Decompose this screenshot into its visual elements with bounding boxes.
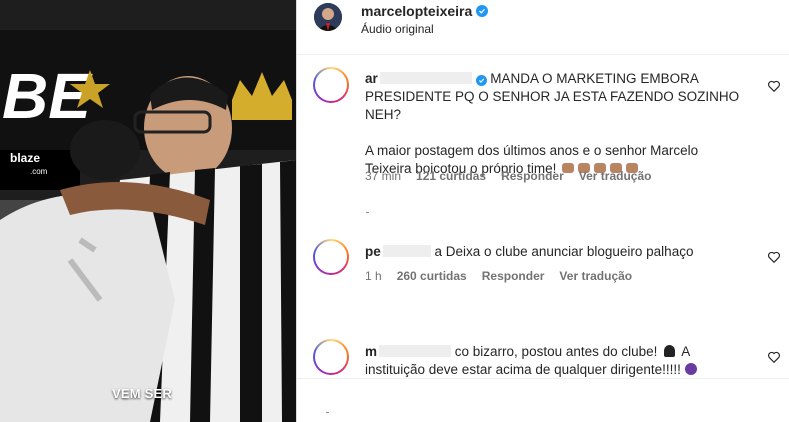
comment-time: 37 min (365, 169, 402, 183)
post-header: marcelopteixeira Áudio original (297, 0, 789, 55)
comment-text-line: A (681, 344, 691, 359)
redacted-username (382, 245, 431, 257)
redacted-username (379, 72, 472, 84)
comment-item: m co bizarro, postou antes do clube! A i… (297, 334, 789, 394)
separator-dot (326, 412, 329, 413)
sponsor-badge-sub: .com (30, 167, 48, 176)
commenter-avatar[interactable] (313, 67, 349, 103)
speaking-head-emoji-icon (684, 363, 697, 375)
comment-body: m co bizarro, postou antes do clube! A i… (365, 343, 760, 379)
verified-icon (475, 75, 487, 86)
comment-body: pe a Deixa o clube anunciar blogueiro pa… (365, 243, 760, 261)
commenter-avatar[interactable] (313, 239, 349, 275)
comment-text-line: co bizarro, postou antes do clube! (454, 344, 658, 359)
commenter-username[interactable]: m (365, 344, 377, 359)
comments-fade-divider (297, 378, 789, 379)
sponsor-badge: blaze (10, 151, 40, 165)
author-avatar[interactable] (314, 3, 342, 31)
comment-text-line: PRESIDENTE PQ O SENHOR JA ESTA FAZENDO S… (365, 89, 740, 122)
verified-icon (476, 5, 489, 17)
like-heart-icon[interactable] (767, 79, 781, 93)
commenter-username[interactable]: ar (365, 71, 378, 86)
separator-dot (366, 212, 369, 213)
author-username-text[interactable]: marcelopteixeira (361, 3, 472, 19)
original-audio-link[interactable]: Áudio original (361, 22, 434, 36)
reel-frame-image: BE blaze .com (0, 0, 296, 422)
video-caption: VEM SER (112, 386, 172, 401)
comment-meta: 37 min 121 curtidas Responder Ver traduç… (365, 169, 651, 183)
commenter-avatar[interactable] (313, 339, 349, 375)
reel-video[interactable]: BE blaze .com VEM SER (0, 0, 296, 422)
redacted-username (379, 345, 452, 357)
comment-body: ar MANDA O MARKETING EMBORA PRESIDENTE P… (365, 70, 760, 178)
comment-meta: 1 h 260 curtidas Responder Ver tradução (365, 269, 632, 283)
comment-likes[interactable]: 121 curtidas (416, 169, 486, 183)
comment-time: 1 h (365, 269, 382, 283)
comment-text-line: instituição deve estar acima de qualquer… (365, 362, 681, 377)
translate-button[interactable]: Ver tradução (559, 269, 632, 283)
reply-button[interactable]: Responder (501, 169, 564, 183)
comment-likes[interactable]: 260 curtidas (397, 269, 467, 283)
comment-text-line: a Deixa o clube anunciar blogueiro palha… (434, 244, 694, 259)
author-username[interactable]: marcelopteixeira (361, 3, 489, 19)
comment-item: pe a Deixa o clube anunciar blogueiro pa… (297, 234, 789, 294)
reply-button[interactable]: Responder (482, 269, 545, 283)
comment-text-line: MANDA O MARKETING EMBORA (490, 71, 699, 86)
like-heart-icon[interactable] (767, 350, 781, 364)
wall-letters: BE (2, 60, 93, 132)
comment-text-line: A maior postagem dos últimos anos e o se… (365, 143, 699, 158)
translate-button[interactable]: Ver tradução (579, 169, 652, 183)
commenter-username[interactable]: pe (365, 244, 381, 259)
person-emoji-icon (664, 345, 676, 357)
comment-item: ar MANDA O MARKETING EMBORA PRESIDENTE P… (297, 62, 789, 202)
like-heart-icon[interactable] (767, 250, 781, 264)
